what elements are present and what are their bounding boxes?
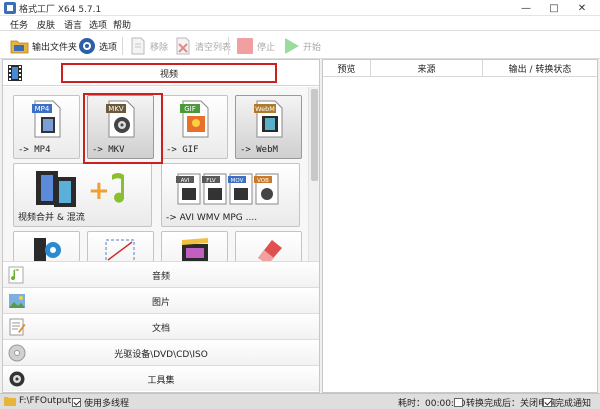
start-button[interactable]: 开始 bbox=[281, 36, 321, 56]
remove-button[interactable]: 移除 bbox=[128, 36, 168, 56]
format-tile-mp4[interactable]: MP4 -> MP4 bbox=[13, 95, 80, 159]
eraser-icon bbox=[258, 240, 282, 261]
window-title: 格式工厂 X64 5.7.1 bbox=[19, 5, 102, 15]
svg-text:FLV: FLV bbox=[206, 178, 216, 184]
menu-options[interactable]: 选项 bbox=[89, 18, 107, 31]
svg-text:WebM: WebM bbox=[255, 105, 275, 113]
options-button[interactable]: 选项 bbox=[77, 36, 117, 56]
video-merge-mux-tile[interactable]: + 视频合并 & 混流 bbox=[13, 163, 152, 227]
svg-text:MOV: MOV bbox=[231, 178, 244, 184]
remove-icon bbox=[131, 37, 145, 55]
notify-check[interactable] bbox=[543, 398, 552, 407]
column-source[interactable]: 来源 bbox=[371, 60, 483, 77]
video-category-header[interactable]: 视频 bbox=[3, 60, 319, 86]
output-path-field[interactable]: F:\FFOutput bbox=[4, 396, 71, 406]
folder-icon bbox=[4, 397, 16, 406]
category-toolbox[interactable]: 工具集 bbox=[3, 365, 319, 391]
gif-file-icon: GIF bbox=[180, 100, 209, 138]
merge-icon: + bbox=[36, 171, 125, 207]
menu-bar: 任务 皮肤 语言 选项 帮助 bbox=[0, 16, 600, 31]
menu-language[interactable]: 语言 bbox=[64, 18, 82, 31]
after-convert-check[interactable] bbox=[454, 398, 463, 407]
webm-file-icon: WebM bbox=[254, 100, 283, 138]
clear-list-icon bbox=[176, 37, 190, 55]
app-icon bbox=[4, 2, 16, 14]
format-tile-webm[interactable]: WebM -> WebM bbox=[235, 95, 302, 159]
menu-skin[interactable]: 皮肤 bbox=[37, 18, 55, 31]
scrollbar-thumb[interactable] bbox=[311, 89, 318, 181]
category-document[interactable]: 文档 bbox=[3, 313, 319, 339]
format-grid-scrollbar[interactable] bbox=[308, 87, 319, 261]
menu-help[interactable]: 帮助 bbox=[113, 18, 131, 31]
video-tool-tile[interactable] bbox=[13, 231, 80, 261]
toolbar: 输出文件夹 选项 移除 清空列表 停止 开始 bbox=[0, 31, 600, 59]
category-optical-disc[interactable]: 光驱设备\DVD\CD\ISO bbox=[3, 339, 319, 365]
output-folder-button[interactable]: 输出文件夹 bbox=[10, 36, 77, 56]
conversion-panel: 视频 MP4 -> MP4 MKV -> MKV GIF -> GIF WebM… bbox=[2, 59, 320, 393]
multithread-check[interactable] bbox=[72, 398, 81, 407]
multithread-checkbox[interactable]: 使用多线程 bbox=[72, 396, 129, 409]
toolbar-separator bbox=[122, 37, 123, 55]
clear-list-button[interactable]: 清空列表 bbox=[173, 36, 231, 56]
column-output-status[interactable]: 输出 / 转换状态 bbox=[483, 60, 597, 77]
options-icon bbox=[79, 38, 95, 54]
video-eraser-tile[interactable] bbox=[235, 231, 302, 261]
format-tile-gif[interactable]: GIF -> GIF bbox=[161, 95, 228, 159]
maximize-button[interactable]: □ bbox=[540, 0, 568, 16]
svg-text:AVI: AVI bbox=[181, 178, 190, 184]
column-preview[interactable]: 预览 bbox=[323, 60, 371, 77]
format-tile-avi-wmv-mpg[interactable]: AVI FLV MOV VOB -> AVI WMV MPG .... bbox=[161, 163, 300, 227]
svg-text:MKV: MKV bbox=[108, 105, 124, 113]
clapper-icon bbox=[182, 238, 208, 261]
video-format-grid: MP4 -> MP4 MKV -> MKV GIF -> GIF WebM ->… bbox=[3, 87, 319, 261]
toolbar-separator bbox=[228, 37, 229, 55]
after-convert-option[interactable]: 转换完成后：关闭电脑 bbox=[454, 396, 556, 409]
minimize-button[interactable]: — bbox=[512, 0, 540, 16]
multi-format-icon: AVI FLV MOV VOB bbox=[176, 173, 279, 205]
close-button[interactable]: ✕ bbox=[568, 0, 596, 16]
format-tile-mkv[interactable]: MKV -> MKV bbox=[87, 95, 154, 159]
svg-text:GIF: GIF bbox=[184, 105, 196, 113]
menu-task[interactable]: 任务 bbox=[10, 18, 28, 31]
mkv-file-icon: MKV bbox=[106, 100, 135, 138]
status-bar: F:\FFOutput 使用多线程 耗时：00:00:00 转换完成后：关闭电脑… bbox=[0, 393, 600, 409]
stop-button[interactable]: 停止 bbox=[235, 36, 275, 56]
film-icon bbox=[8, 65, 22, 81]
title-bar: 格式工厂 X64 5.7.1 — □ ✕ bbox=[0, 0, 600, 16]
mp4-file-icon: MP4 bbox=[32, 100, 61, 138]
crop-icon bbox=[105, 239, 135, 261]
category-audio[interactable]: 音频 bbox=[3, 261, 319, 287]
video-crop-tile[interactable] bbox=[87, 231, 154, 261]
svg-text:MP4: MP4 bbox=[35, 105, 50, 113]
category-image[interactable]: 图片 bbox=[3, 287, 319, 313]
folder-icon bbox=[10, 40, 29, 54]
video-edit-tile[interactable] bbox=[161, 231, 228, 261]
task-list-panel: 预览 来源 输出 / 转换状态 bbox=[322, 59, 598, 393]
play-icon bbox=[285, 38, 299, 54]
svg-text:VOB: VOB bbox=[257, 178, 269, 184]
svg-text:+: + bbox=[88, 176, 110, 206]
stop-icon bbox=[237, 38, 253, 54]
notify-checkbox[interactable]: 完成通知 bbox=[543, 396, 591, 409]
video-category-label: 视频 bbox=[61, 63, 277, 83]
reel-icon bbox=[34, 238, 61, 261]
